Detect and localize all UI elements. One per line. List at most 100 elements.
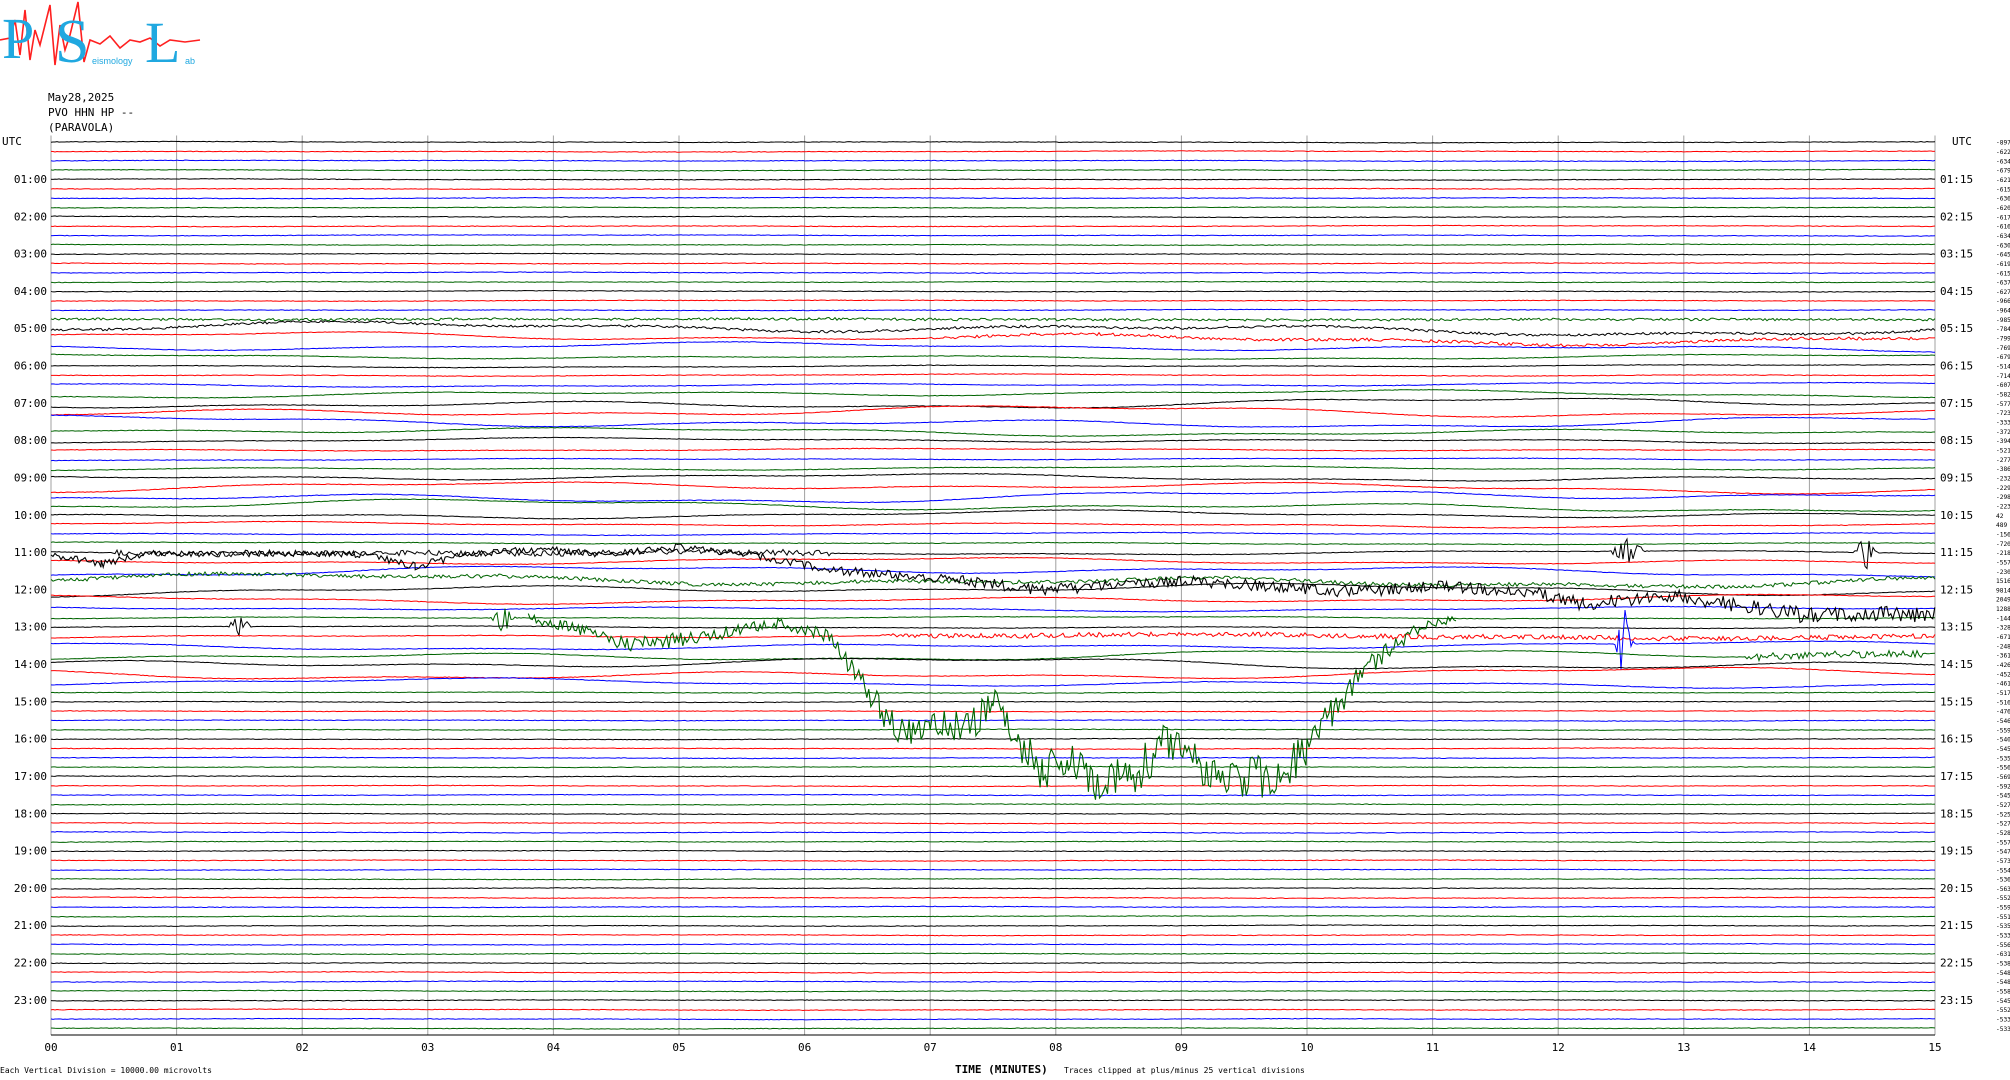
x-tick-label: 00 (44, 1041, 57, 1054)
trace-line (50, 710, 1936, 713)
left-hour-label: 04:00 (14, 285, 47, 298)
right-hour-label: 14:15 (1940, 658, 1973, 671)
trace-offset-label: -5453 (1996, 998, 2010, 1005)
trace-line (50, 316, 1936, 322)
trace-line (50, 520, 1936, 529)
trace-line (50, 666, 1936, 680)
x-tick-label: 02 (296, 1041, 309, 1054)
trace-offset-label: -5489 (1996, 979, 2010, 986)
trace-line (50, 243, 1936, 247)
left-hour-label: 09:00 (14, 471, 47, 484)
trace-offset-label: -5279 (1996, 802, 2010, 809)
trace-offset-label: 9814 (1996, 587, 2010, 594)
trace-line (50, 952, 1936, 956)
trace-offset-label: -5161 (1996, 699, 2010, 706)
trace-line (50, 822, 1936, 825)
trace-offset-label: -7147 (1996, 373, 2010, 380)
trace-line (50, 1017, 1936, 1021)
trace-offset-label: -5525 (1996, 1007, 2010, 1014)
right-hour-label: 12:15 (1940, 583, 1973, 596)
x-tick-label: 11 (1426, 1041, 1439, 1054)
trace-line (50, 414, 1936, 428)
trace-line (50, 319, 1936, 337)
trace-line (50, 465, 1936, 472)
right-hour-label: 07:15 (1940, 397, 1973, 410)
left-hour-label: 11:00 (14, 546, 47, 559)
trace-offset-label: -5403 (1996, 737, 2010, 744)
trace-offset-label: -6219 (1996, 177, 2010, 184)
trace-offset-label: -5458 (1996, 793, 2010, 800)
trace-offset-label: -328 (1996, 625, 2010, 632)
trace-line (50, 803, 1936, 806)
trace-offset-label: -5634 (1996, 886, 2010, 893)
trace-line (50, 737, 1936, 741)
trace-offset-label: -5561 (1996, 942, 2010, 949)
green-excursion-trace (527, 613, 1457, 800)
trace-line (50, 234, 1936, 237)
trace-line (50, 381, 1936, 388)
trace-line (50, 280, 1936, 284)
trace-line (50, 775, 1936, 778)
trace-line (50, 605, 1936, 613)
trace-line (50, 793, 1936, 797)
trace-line (50, 341, 1936, 353)
trace-line (50, 914, 1936, 918)
trace-offset-label: -5288 (1996, 830, 2010, 837)
x-tick-label: 08 (1049, 1041, 1062, 1054)
trace-offset-label: -5218 (1996, 447, 2010, 454)
trace-offset-label: -5731 (1996, 858, 2010, 865)
trace-line (50, 812, 1936, 816)
trace-line (50, 691, 1936, 694)
trace-line (50, 933, 1936, 937)
trace-offset-label: -2186 (1996, 550, 2010, 557)
left-hour-label: 03:00 (14, 248, 47, 261)
trace-offset-label: -5563 (1996, 765, 2010, 772)
trace-line (50, 896, 1936, 900)
trace-offset-label: -5179 (1996, 690, 2010, 697)
scale-note: Each Vertical Division = 10000.00 microv… (0, 1066, 212, 1075)
trace-offset-label: -5144 (1996, 364, 2010, 371)
trace-offset-label: -6315 (1996, 951, 2010, 958)
trace-line (50, 719, 1936, 722)
trace-line (50, 609, 1936, 670)
black-wander-trace (50, 543, 1936, 624)
trace-offset-label: -6276 (1996, 289, 2010, 296)
left-hour-label: 10:00 (14, 509, 47, 522)
trace-line (50, 565, 1936, 578)
trace-line (50, 924, 1936, 928)
trace-offset-label: -6150 (1996, 186, 2010, 193)
trace-line (50, 608, 1936, 632)
trace-offset-label: 2049 (1996, 597, 2010, 604)
trace-offset-label: -5475 (1996, 849, 2010, 856)
left-hour-label: 23:00 (14, 994, 47, 1007)
trace-offset-label: -5339 (1996, 1017, 2010, 1024)
trace-line (50, 397, 1936, 409)
trace-line (50, 353, 1936, 360)
trace-line (50, 196, 1936, 200)
trace-offset-label: -2328 (1996, 475, 2010, 482)
left-hour-label: 08:00 (14, 434, 47, 447)
trace-line (50, 541, 1936, 546)
trace-line (50, 999, 1936, 1002)
trace-offset-label: -386 (1996, 466, 2010, 473)
trace-offset-label: -6791 (1996, 354, 2010, 361)
right-hour-label: 10:15 (1940, 509, 1973, 522)
trace-line (50, 178, 1936, 181)
trace-line (50, 831, 1936, 834)
trace-line (50, 971, 1936, 974)
trace-offset-label: -2488 (1996, 643, 2010, 650)
left-axis-title: UTC (2, 135, 22, 148)
trace-offset-label: -2293 (1996, 485, 2010, 492)
left-hour-label: 16:00 (14, 733, 47, 746)
trace-offset-label: -5451 (1996, 746, 2010, 753)
trace-offset-label: -6457 (1996, 252, 2010, 259)
left-hour-label: 19:00 (14, 845, 47, 858)
trace-line (50, 405, 1936, 418)
trace-line (50, 887, 1936, 890)
trace-offset-label: -5514 (1996, 914, 2010, 921)
trace-line (50, 840, 1935, 844)
trace-offset-label: 1288 (1996, 606, 2010, 613)
right-hour-label: 19:15 (1940, 845, 1973, 858)
left-hour-label: 13:00 (14, 621, 47, 634)
trace-line (50, 980, 1936, 984)
